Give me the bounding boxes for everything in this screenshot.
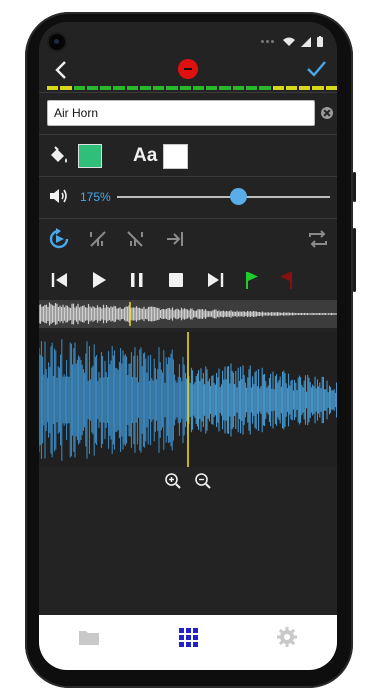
battery-icon [317,36,323,47]
grid-icon[interactable] [176,625,200,649]
chevron-left-icon[interactable] [51,59,73,81]
paint-bucket-icon[interactable] [49,146,69,166]
text-color-swatch[interactable] [163,144,188,169]
play-icon[interactable] [89,270,109,290]
pause-icon[interactable] [127,270,147,290]
checkmark-icon[interactable] [305,58,327,80]
replay-icon[interactable] [48,228,70,250]
cellular-icon [301,36,311,47]
level-meter-segment [206,86,218,90]
level-meter-segment [86,86,99,90]
fade-in-icon[interactable] [87,228,109,250]
level-meter [47,86,337,90]
speaker-icon [50,189,67,203]
level-meter-segment [166,86,178,90]
level-meter-segment [113,86,125,90]
stop-icon[interactable] [166,270,186,290]
waveform-overview-graph [39,302,337,326]
repeat-icon[interactable] [307,228,329,250]
divider [39,134,337,135]
waveform-editor[interactable] [39,332,337,467]
level-meter-segment [73,86,85,90]
zoom-in-icon[interactable] [164,472,182,490]
level-meter-segment [179,86,191,90]
end-marker-flag-icon[interactable] [276,270,296,290]
level-meter-segment [272,86,284,90]
volume-slider[interactable] [117,196,330,198]
power-button [353,172,356,202]
volume-slider-thumb[interactable] [230,188,247,205]
waveform-overview[interactable] [39,300,337,328]
sound-name-input[interactable]: Air Horn [47,100,315,126]
divider [39,218,337,219]
record-minus-icon[interactable] [178,59,198,79]
level-meter-segment [232,86,244,90]
status-bar [261,36,323,47]
divider [39,176,337,177]
start-marker-flag-icon[interactable] [242,270,262,290]
zoom-out-icon[interactable] [194,472,212,490]
wifi-icon [283,37,295,46]
bottom-navigation [39,615,337,670]
level-meter-segment [47,86,59,90]
text-style-label[interactable]: Aa [133,144,157,168]
level-meter-segment [285,86,298,90]
level-meter-segment [139,86,152,90]
volume-value: 175% [80,190,111,204]
folder-icon[interactable] [77,625,101,649]
level-meter-segment [60,86,72,90]
front-camera [49,34,65,50]
gear-icon[interactable] [275,625,299,649]
level-meter-segment [219,86,231,90]
fill-color-swatch[interactable] [78,144,102,168]
level-meter-segment [259,86,271,90]
top-toolbar [39,56,337,86]
notification-dots-icon [261,39,277,44]
skip-to-end-icon[interactable] [164,228,186,250]
level-meter-segment [299,86,311,90]
level-meter-segment [192,86,205,90]
waveform-main-graph [39,332,337,467]
skip-back-icon[interactable] [50,270,70,290]
level-meter-segment [245,86,258,90]
skip-forward-icon[interactable] [205,270,225,290]
clear-text-icon[interactable] [321,107,333,119]
level-meter-segment [153,86,165,90]
level-meter-segment [100,86,112,90]
level-meter-segment [312,86,324,90]
fade-out-icon[interactable] [124,228,146,250]
app-screen: Air Horn Aa 175% [39,22,337,670]
divider [39,92,337,93]
level-meter-segment [325,86,337,90]
volume-button [353,228,356,292]
level-meter-segment [126,86,138,90]
